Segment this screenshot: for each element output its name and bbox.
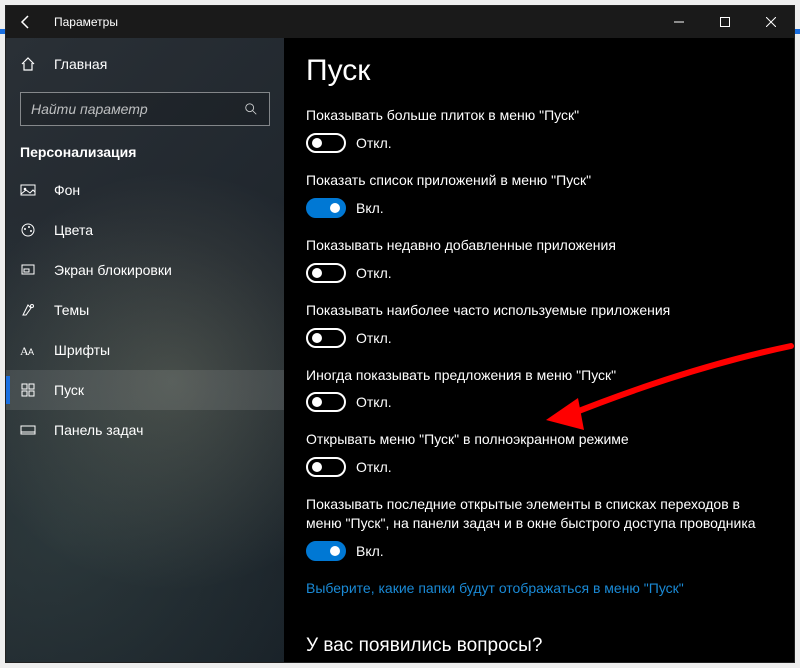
titlebar: Параметры	[6, 6, 794, 38]
sidebar-item-label: Пуск	[54, 382, 84, 398]
sidebar-home[interactable]: Главная	[6, 44, 284, 84]
maximize-button[interactable]	[702, 6, 748, 38]
toggle-switch[interactable]	[306, 392, 346, 412]
toggle-switch[interactable]	[306, 263, 346, 283]
sidebar: Главная Персонализация Фон Цвета Экран бло…	[6, 38, 284, 662]
get-help-link[interactable]: Получить помощь	[306, 661, 766, 662]
toggle-switch[interactable]	[306, 328, 346, 348]
svg-text:A: A	[28, 347, 34, 357]
search-box[interactable]	[20, 92, 270, 126]
toggle-state-label: Откл.	[356, 459, 392, 475]
sidebar-item-label: Экран блокировки	[54, 262, 172, 278]
close-button[interactable]	[748, 6, 794, 38]
start-icon	[20, 382, 36, 398]
toggle-state-label: Вкл.	[356, 200, 384, 216]
setting-label: Показать список приложений в меню "Пуск"	[306, 171, 766, 190]
fonts-icon: AA	[20, 342, 36, 358]
setting-label: Показывать последние открытые элементы в…	[306, 495, 766, 533]
setting-4: Иногда показывать предложения в меню "Пу…	[306, 366, 766, 413]
themes-icon	[20, 302, 36, 318]
sidebar-item-label: Темы	[54, 302, 89, 318]
window-buttons	[656, 6, 794, 38]
sidebar-item-themes[interactable]: Темы	[6, 290, 284, 330]
toggle-switch[interactable]	[306, 541, 346, 561]
setting-label: Открывать меню "Пуск" в полноэкранном ре…	[306, 430, 766, 449]
image-icon	[20, 182, 36, 198]
settings-window: Параметры Главная Персонализация Фон Цвет…	[5, 5, 795, 663]
sidebar-item-label: Шрифты	[54, 342, 110, 358]
setting-label: Показывать наиболее часто используемые п…	[306, 301, 766, 320]
setting-0: Показывать больше плиток в меню "Пуск" От…	[306, 106, 766, 153]
search-input[interactable]	[21, 101, 233, 117]
toggle-state-label: Вкл.	[356, 543, 384, 559]
sidebar-nav: Фон Цвета Экран блокировки Темы AA Шрифты Пуск…	[6, 170, 284, 450]
setting-label: Показывать недавно добавленные приложени…	[306, 236, 766, 255]
setting-6: Показывать последние открытые элементы в…	[306, 495, 766, 561]
toggle-state-label: Откл.	[356, 394, 392, 410]
toggle-state-label: Откл.	[356, 330, 392, 346]
sidebar-item-label: Цвета	[54, 222, 93, 238]
toggle-switch[interactable]	[306, 457, 346, 477]
choose-folders-link[interactable]: Выберите, какие папки будут отображаться…	[306, 579, 766, 599]
setting-1: Показать список приложений в меню "Пуск"…	[306, 171, 766, 218]
window-title: Параметры	[46, 15, 118, 29]
lockscreen-icon	[20, 262, 36, 278]
sidebar-item-image[interactable]: Фон	[6, 170, 284, 210]
toggle-switch[interactable]	[306, 198, 346, 218]
setting-3: Показывать наиболее часто используемые п…	[306, 301, 766, 348]
search-icon	[233, 102, 269, 116]
sidebar-item-label: Фон	[54, 182, 80, 198]
setting-label: Иногда показывать предложения в меню "Пу…	[306, 366, 766, 385]
content-area: Пуск Показывать больше плиток в меню "Пу…	[284, 38, 794, 662]
toggle-state-label: Откл.	[356, 265, 392, 281]
minimize-button[interactable]	[656, 6, 702, 38]
toggle-switch[interactable]	[306, 133, 346, 153]
back-button[interactable]	[6, 6, 46, 38]
page-title: Пуск	[306, 54, 766, 88]
sidebar-item-start[interactable]: Пуск	[6, 370, 284, 410]
palette-icon	[20, 222, 36, 238]
sidebar-item-lockscreen[interactable]: Экран блокировки	[6, 250, 284, 290]
sidebar-item-label: Панель задач	[54, 422, 143, 438]
taskbar-icon	[20, 422, 36, 438]
setting-label: Показывать больше плиток в меню "Пуск"	[306, 106, 766, 125]
toggle-state-label: Откл.	[356, 135, 392, 151]
setting-5: Открывать меню "Пуск" в полноэкранном ре…	[306, 430, 766, 477]
questions-heading: У вас появились вопросы?	[306, 635, 766, 657]
sidebar-home-label: Главная	[54, 56, 107, 72]
setting-2: Показывать недавно добавленные приложени…	[306, 236, 766, 283]
sidebar-item-taskbar[interactable]: Панель задач	[6, 410, 284, 450]
sidebar-item-palette[interactable]: Цвета	[6, 210, 284, 250]
sidebar-item-fonts[interactable]: AA Шрифты	[6, 330, 284, 370]
sidebar-section-label: Персонализация	[6, 140, 284, 170]
home-icon	[20, 56, 36, 72]
